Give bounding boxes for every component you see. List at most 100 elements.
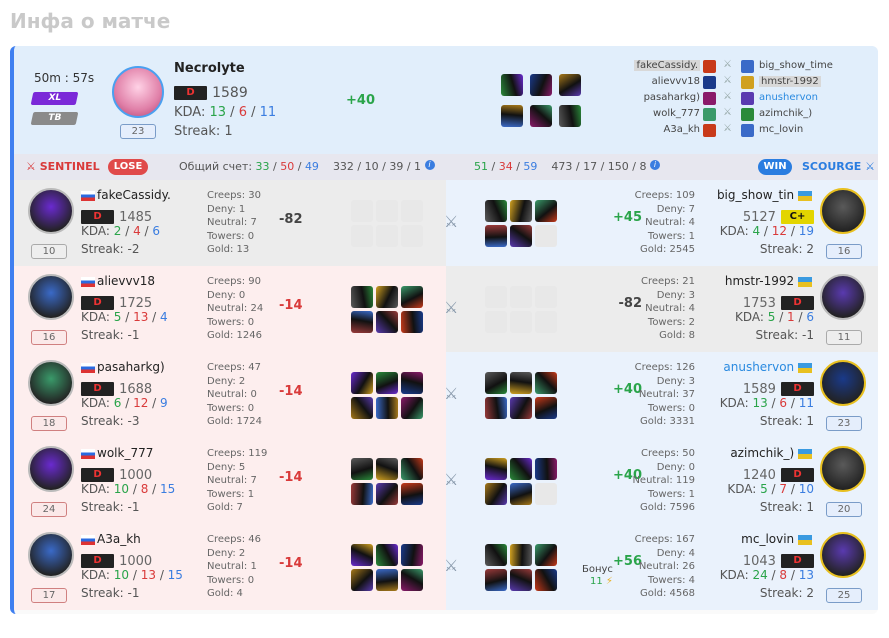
hero-portrait[interactable] [820, 360, 866, 406]
hero-portrait[interactable] [28, 274, 74, 320]
sentinel-player-row[interactable]: 18 pasaharkg) D 1688 KDA: 6 / 12 / 9 Streak:… [14, 352, 446, 438]
item-icon[interactable] [510, 569, 532, 591]
item-icon[interactable] [485, 200, 507, 222]
rank-badge: D [781, 553, 814, 568]
item-icon[interactable] [485, 483, 507, 505]
info-icon[interactable]: i [650, 160, 660, 170]
item-icon[interactable] [351, 372, 373, 394]
matchup-right-player[interactable]: big_show_time [759, 60, 833, 71]
item-icon[interactable] [535, 200, 557, 222]
item-icon[interactable] [376, 372, 398, 394]
matchup-left-player[interactable]: fakeCassidy. [634, 60, 700, 71]
item-icon[interactable] [351, 286, 373, 308]
item-icon[interactable] [376, 544, 398, 566]
item-icon[interactable] [351, 311, 373, 333]
item-icon[interactable] [510, 225, 532, 247]
item-icon[interactable] [376, 286, 398, 308]
matchup-left-player[interactable]: wolk_777 [653, 108, 700, 119]
hero-portrait-necrolyte[interactable] [112, 66, 164, 118]
item-icon[interactable] [351, 569, 373, 591]
item-icon[interactable] [376, 311, 398, 333]
hero-level: 24 [31, 502, 67, 517]
rank-badge: D [81, 295, 114, 310]
item-icon[interactable] [510, 372, 532, 394]
item-icon[interactable] [401, 286, 423, 308]
scourge-player-row[interactable]: ⚔ +40 Creeps: 50 Deny: 0 Neutral: 119 Towers:… [444, 438, 878, 524]
item-icon[interactable] [401, 311, 423, 333]
scourge-player-row[interactable]: ⚔ +45 Creeps: 109 Deny: 7 Neutral: 4 Towers: … [444, 180, 878, 266]
item-icon[interactable] [351, 397, 373, 419]
scourge-player-row[interactable]: ⚔ -82 Creeps: 21 Deny: 3 Neutral: 4 Towers: 2… [444, 266, 878, 352]
item-icon[interactable] [510, 544, 532, 566]
sentinel-player-row[interactable]: 17 A3a_kh D 1000 KDA: 10 / 13 / 15 Streak: -… [14, 524, 446, 610]
item-icon[interactable] [401, 372, 423, 394]
hero-level: 17 [31, 588, 67, 603]
item-icon[interactable] [485, 372, 507, 394]
item-icon[interactable] [376, 569, 398, 591]
item-icon[interactable] [535, 372, 557, 394]
item-icon[interactable] [510, 483, 532, 505]
item-icon[interactable] [401, 544, 423, 566]
matchup-left-player[interactable]: pasaharkg) [644, 92, 700, 103]
sentinel-player-row[interactable]: 10 fakeCassidy. D 1485 KDA: 2 / 4 / 6 Streak… [14, 180, 446, 266]
matchup-left-player[interactable]: A3a_kh [664, 124, 700, 135]
item-icon[interactable] [559, 74, 581, 96]
info-icon[interactable]: i [424, 160, 435, 170]
item-icon[interactable] [485, 544, 507, 566]
item-icon[interactable] [351, 483, 373, 505]
item-icon[interactable] [401, 397, 423, 419]
item-icon[interactable] [501, 105, 523, 127]
player-rating: 1000 [119, 554, 153, 569]
item-icon[interactable] [510, 458, 532, 480]
scourge-player-row[interactable]: ⚔ +40 Creeps: 126 Deny: 3 Neutral: 37 Towers:… [444, 352, 878, 438]
item-icon[interactable] [535, 569, 557, 591]
item-icon[interactable] [530, 74, 552, 96]
hero-level: 10 [31, 244, 67, 259]
hero-portrait[interactable] [820, 188, 866, 234]
item-icon[interactable] [510, 200, 532, 222]
matchup-right-player[interactable]: hmstr-1992 [759, 76, 821, 87]
item-icon[interactable] [376, 397, 398, 419]
item-icon[interactable] [530, 105, 552, 127]
player-streak: Streak: -1 [81, 328, 140, 342]
item-icon[interactable] [351, 458, 373, 480]
country-flag-icon [798, 276, 812, 287]
item-icon[interactable] [401, 483, 423, 505]
hero-portrait[interactable] [820, 446, 866, 492]
matchup-left-player[interactable]: alievvv18 [652, 76, 700, 87]
item-icon[interactable] [351, 544, 373, 566]
country-flag-icon [798, 534, 812, 545]
item-icon[interactable] [376, 458, 398, 480]
item-icon[interactable] [485, 397, 507, 419]
item-icon[interactable] [535, 544, 557, 566]
sentinel-player-row[interactable]: 24 wolk_777 D 1000 KDA: 10 / 8 / 15 Streak: … [14, 438, 446, 524]
item-icon[interactable] [559, 105, 581, 127]
item-icon[interactable] [510, 397, 532, 419]
hero-portrait[interactable] [28, 446, 74, 492]
hero-portrait[interactable] [28, 188, 74, 234]
country-flag-icon [81, 448, 95, 459]
player-stats: Creeps: 50 Deny: 0 Neutral: 119 Towers: 1 Go… [632, 448, 695, 513]
item-icon[interactable] [485, 458, 507, 480]
item-icon[interactable] [535, 458, 557, 480]
hero-portrait[interactable] [28, 360, 74, 406]
hero-portrait[interactable] [820, 532, 866, 578]
item-icon[interactable] [485, 225, 507, 247]
hero-level: 16 [31, 330, 67, 345]
matchup-right-player[interactable]: anushervon [759, 92, 818, 103]
item-icon[interactable] [401, 458, 423, 480]
item-icon[interactable] [501, 74, 523, 96]
player-stats: Creeps: 21 Deny: 3 Neutral: 4 Towers: 2 Gold… [640, 276, 695, 341]
matchup-right-player[interactable]: azimchik_) [759, 108, 812, 119]
lightning-icon: ⚡ [605, 576, 613, 587]
scourge-player-row[interactable]: ⚔ +56 Creeps: 167 Deny: 4 Neutral: 26 Towers:… [444, 524, 878, 610]
item-icon[interactable] [401, 569, 423, 591]
item-icon[interactable] [485, 569, 507, 591]
hero-portrait[interactable] [28, 532, 74, 578]
item-icon[interactable] [535, 397, 557, 419]
hero-portrait[interactable] [820, 274, 866, 320]
sentinel-player-row[interactable]: 16 alievvv18 D 1725 KDA: 5 / 13 / 4 Streak: … [14, 266, 446, 352]
matchup-right-player[interactable]: mc_lovin [759, 124, 803, 135]
hero-summary: 50m : 57s XL TB 23 Necrolyte D 1589 KDA:… [14, 46, 878, 154]
item-icon[interactable] [376, 483, 398, 505]
